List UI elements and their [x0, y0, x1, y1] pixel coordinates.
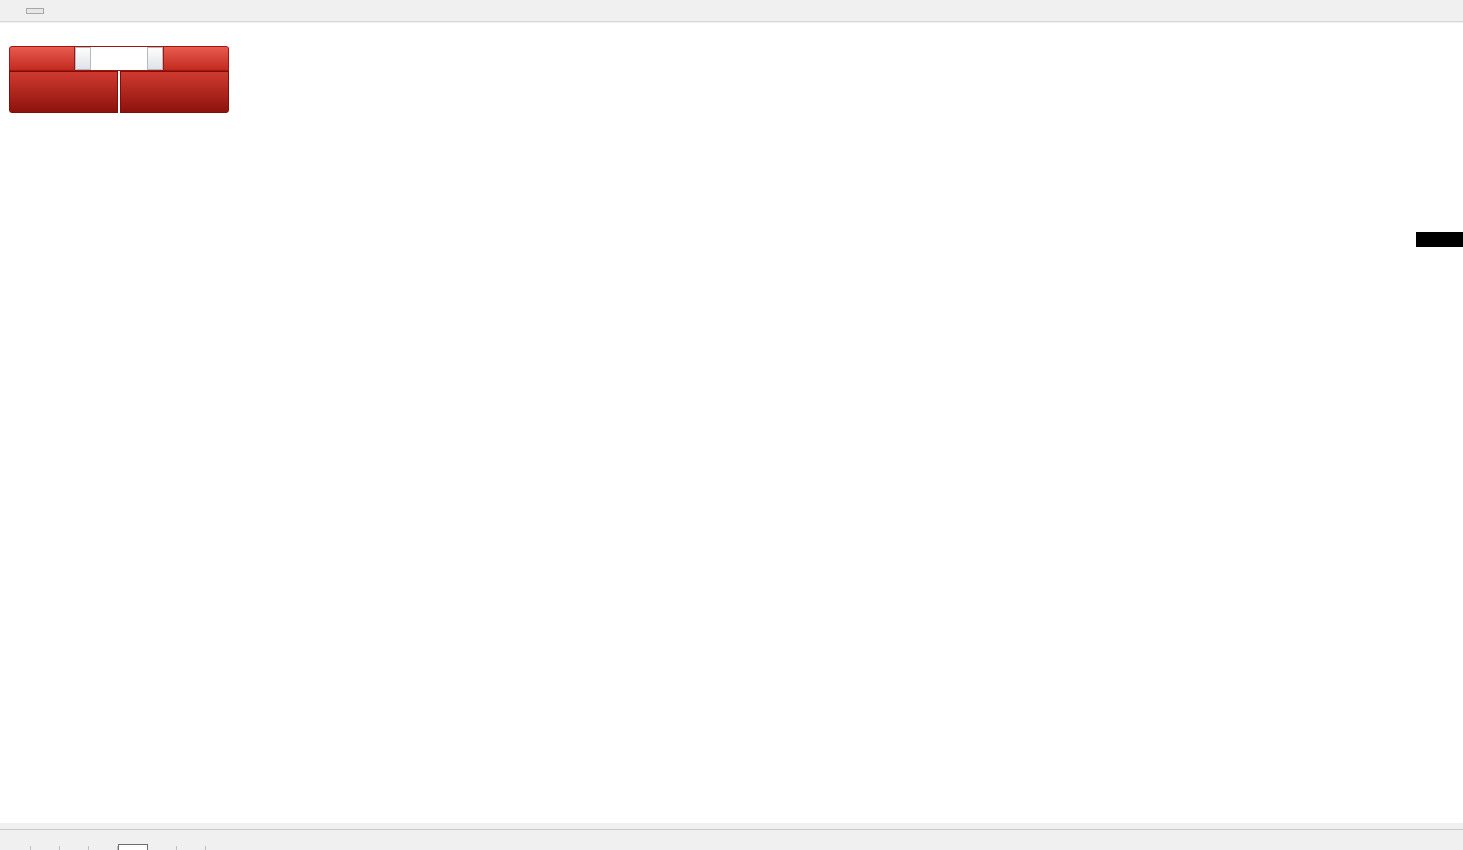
volume-stepper: [75, 46, 163, 71]
volume-increase-button[interactable]: [147, 47, 163, 70]
current-price-tag: [1416, 232, 1463, 247]
volume-input[interactable]: [91, 47, 147, 70]
timeframe-mn-button[interactable]: [66, 8, 84, 14]
symbol-tab-bar: [0, 829, 1463, 850]
tab-usdchf-daily[interactable]: [89, 846, 118, 850]
timeframe-w1-button[interactable]: [46, 8, 64, 14]
tab-audusd-daily[interactable]: [60, 846, 89, 850]
buy-price-display[interactable]: [120, 71, 229, 113]
tab-eurchf-weekly[interactable]: [177, 846, 206, 850]
chart-window[interactable]: [0, 23, 1463, 823]
buy-button[interactable]: [163, 46, 229, 71]
tab-usdcad-daily[interactable]: [118, 844, 148, 850]
timeframe-toolbar: [0, 0, 1463, 22]
sell-price-display[interactable]: [9, 71, 118, 113]
volume-decrease-button[interactable]: [75, 47, 91, 70]
timeframe-h4-button[interactable]: [6, 8, 24, 14]
chart-title: [12, 27, 23, 41]
timeframe-d1-button[interactable]: [26, 8, 44, 14]
one-click-trading-panel: [9, 46, 229, 113]
sell-button[interactable]: [9, 46, 75, 71]
chart-plot[interactable]: [0, 23, 1463, 823]
tab-eurusd-daily[interactable]: [30, 846, 60, 850]
trading-terminal: [0, 0, 1463, 850]
tab-usdcnh-daily[interactable]: [148, 846, 177, 850]
